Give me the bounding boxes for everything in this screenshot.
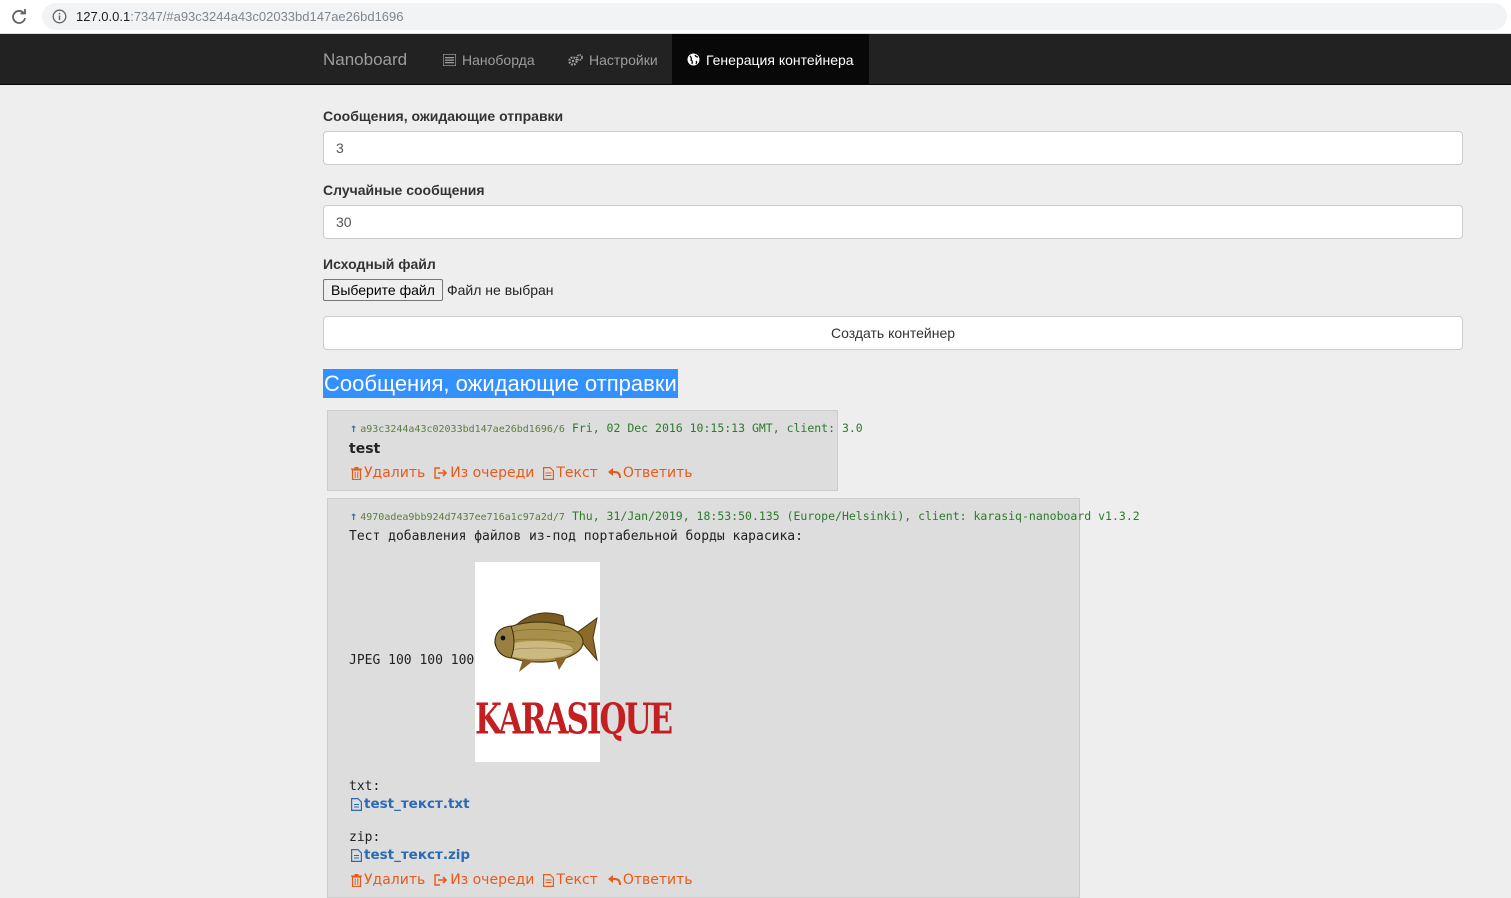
random-messages-input[interactable]: 30 bbox=[323, 205, 1463, 239]
url-text: 127.0.0.1:7347/#a93c3244a43c02033bd147ae… bbox=[76, 9, 404, 24]
dequeue-link[interactable]: Из очереди bbox=[434, 465, 534, 481]
post-actions: Удалить Из очереди Текст Ответить bbox=[351, 872, 693, 888]
text-label: Текст bbox=[556, 872, 598, 888]
txt-label: txt: bbox=[349, 779, 381, 794]
url-field[interactable]: 127.0.0.1:7347/#a93c3244a43c02033bd147ae… bbox=[42, 3, 1507, 30]
file-status-text: Файл не выбран bbox=[447, 282, 554, 298]
pending-messages-label: Сообщения, ожидающие отправки bbox=[323, 108, 564, 124]
log-out-icon bbox=[434, 874, 448, 886]
section-title: Сообщения, ожидающие отправки bbox=[323, 369, 678, 398]
dequeue-label: Из очереди bbox=[450, 872, 535, 888]
reply-icon bbox=[607, 468, 621, 479]
globe-icon bbox=[687, 53, 700, 66]
document-icon bbox=[543, 873, 555, 887]
post-header: ↑ a93c3244a43c02033bd147ae26bd1696/6 Fri… bbox=[350, 421, 863, 435]
fish-icon bbox=[494, 612, 598, 672]
nav-item-container-generation[interactable]: Генерация контейнера bbox=[672, 34, 869, 85]
pending-messages-input[interactable]: 3 bbox=[323, 131, 1463, 165]
trash-icon bbox=[351, 466, 362, 480]
post-hash-link[interactable]: 4970adea9bb924d7437ee716a1c97a2d/7 bbox=[360, 512, 565, 523]
arrow-up-icon[interactable]: ↑ bbox=[350, 509, 357, 523]
random-messages-label: Случайные сообщения bbox=[323, 182, 485, 198]
post-meta: Fri, 02 Dec 2016 10:15:13 GMT, client: 3… bbox=[571, 421, 863, 435]
image-caption: KARASIQUE bbox=[475, 695, 673, 745]
delete-link[interactable]: Удалить bbox=[351, 465, 425, 481]
browser-address-bar: 127.0.0.1:7347/#a93c3244a43c02033bd147ae… bbox=[0, 0, 1511, 34]
log-out-icon bbox=[434, 467, 448, 479]
choose-file-button[interactable]: Выберите файл bbox=[323, 279, 443, 301]
post-text: Тест добавления файлов из-под портабельн… bbox=[349, 529, 803, 544]
post-header: ↑ 4970adea9bb924d7437ee716a1c97a2d/7 Thu… bbox=[350, 509, 1140, 523]
delete-link[interactable]: Удалить bbox=[351, 872, 425, 888]
delete-label: Удалить bbox=[364, 465, 426, 481]
create-container-button[interactable]: Создать контейнер bbox=[323, 316, 1463, 350]
gears-icon bbox=[568, 53, 583, 66]
reply-label: Ответить bbox=[622, 872, 693, 888]
zip-file-name: test_текст.zip bbox=[364, 847, 471, 863]
nav-item-label: Нанобoрда bbox=[462, 51, 535, 68]
nav-item-label: Настройки bbox=[589, 51, 658, 68]
karasique-image[interactable]: KARASIQUE bbox=[475, 562, 673, 762]
txt-file-link[interactable]: test_текст.txt bbox=[351, 796, 470, 812]
file-icon bbox=[351, 797, 362, 811]
nav-item-nanoboard[interactable]: Нанобoрда bbox=[428, 34, 550, 85]
reply-label: Ответить bbox=[622, 465, 693, 481]
trash-icon bbox=[351, 873, 362, 887]
nav-item-label: Генерация контейнера bbox=[706, 51, 854, 68]
post-text: test bbox=[349, 441, 381, 457]
url-host: 127.0.0.1 bbox=[76, 9, 131, 24]
zip-file-link[interactable]: test_текст.zip bbox=[351, 847, 470, 863]
dequeue-link[interactable]: Из очереди bbox=[434, 872, 534, 888]
txt-file-name: test_текст.txt bbox=[364, 796, 470, 812]
reply-link[interactable]: Ответить bbox=[607, 872, 693, 888]
list-icon bbox=[443, 53, 456, 66]
info-icon[interactable] bbox=[52, 9, 67, 24]
text-label: Текст bbox=[556, 465, 598, 481]
navbar: Nanoboard Нанобoрда Настройки Генерация … bbox=[0, 34, 1511, 85]
reload-icon[interactable] bbox=[10, 8, 28, 26]
post-hash-link[interactable]: a93c3244a43c02033bd147ae26bd1696/6 bbox=[360, 424, 565, 435]
source-file-label: Исходный файл bbox=[323, 256, 436, 272]
text-link[interactable]: Текст bbox=[543, 465, 598, 481]
post-card: ↑ a93c3244a43c02033bd147ae26bd1696/6 Fri… bbox=[327, 410, 863, 491]
delete-label: Удалить bbox=[364, 872, 426, 888]
post-actions: Удалить Из очереди Текст Ответить bbox=[351, 465, 693, 481]
zip-label: zip: bbox=[349, 830, 381, 845]
text-link[interactable]: Текст bbox=[543, 872, 598, 888]
arrow-up-icon[interactable]: ↑ bbox=[350, 421, 357, 435]
navbar-brand[interactable]: Nanoboard bbox=[323, 50, 407, 70]
nav-item-settings[interactable]: Настройки bbox=[553, 34, 673, 85]
url-path: :7347/#a93c3244a43c02033bd147ae26bd1696 bbox=[130, 9, 404, 24]
post-meta: Thu, 31/Jan/2019, 18:53:50.135 (Europe/H… bbox=[571, 509, 1140, 523]
document-icon bbox=[543, 466, 555, 480]
dequeue-label: Из очереди bbox=[450, 465, 535, 481]
post-card: ↑ 4970adea9bb924d7437ee716a1c97a2d/7 Thu… bbox=[327, 498, 1140, 898]
reply-link[interactable]: Ответить bbox=[607, 465, 693, 481]
file-icon bbox=[351, 848, 362, 862]
reply-icon bbox=[607, 875, 621, 886]
jpeg-label: JPEG 100 100 100: bbox=[349, 653, 483, 668]
